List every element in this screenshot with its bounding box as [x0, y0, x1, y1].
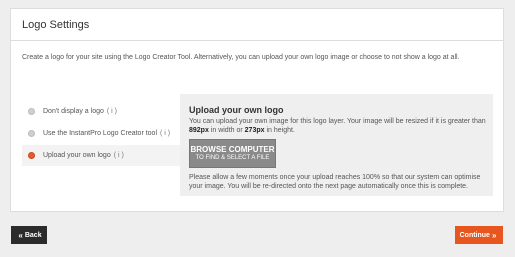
option-label: Upload your own logo: [43, 152, 111, 159]
browse-button-sublabel: TO FIND & SELECT A FILE: [195, 155, 270, 161]
back-button-label: Back: [24, 231, 42, 239]
info-icon[interactable]: ( i ): [107, 108, 117, 115]
info-icon[interactable]: ( i ): [160, 130, 170, 137]
panel-title: Logo Settings: [11, 9, 503, 41]
upload-note: Please allow a few moments once your upl…: [189, 174, 481, 190]
upload-section: Upload your own logo You can upload your…: [180, 94, 493, 196]
upload-description: You can upload your own image for this l…: [189, 117, 489, 135]
double-right-arrow-icon: »: [491, 230, 497, 240]
option-label: Use the InstantPro Logo Creator tool: [43, 130, 158, 137]
option-upload-logo[interactable]: Upload your own logo ( i ): [22, 145, 182, 166]
continue-button-label: Continue: [459, 231, 490, 239]
max-width-value: 892px: [189, 127, 209, 134]
double-left-arrow-icon: «: [18, 230, 23, 240]
radio-icon[interactable]: [28, 130, 35, 137]
intro-text: Create a logo for your site using the Lo…: [22, 54, 460, 61]
browse-computer-button[interactable]: BROWSE COMPUTER TO FIND & SELECT A FILE: [189, 139, 276, 168]
info-icon[interactable]: ( i ): [114, 152, 124, 159]
option-no-logo[interactable]: Don't display a logo ( i ): [22, 101, 182, 122]
radio-selected-icon[interactable]: [28, 152, 35, 159]
upload-desc-text: You can upload your own image for this l…: [189, 118, 486, 125]
option-logo-creator[interactable]: Use the InstantPro Logo Creator tool ( i…: [22, 123, 182, 144]
logo-options: Don't display a logo ( i ) Use the Insta…: [22, 101, 182, 166]
radio-icon[interactable]: [28, 108, 35, 115]
upload-title: Upload your own logo: [189, 105, 284, 115]
upload-desc-text: in height.: [264, 127, 295, 134]
back-button[interactable]: « Back: [11, 226, 47, 244]
max-height-value: 273px: [244, 127, 265, 134]
continue-button[interactable]: Continue »: [455, 226, 503, 244]
browse-button-label: BROWSE COMPUTER: [190, 145, 275, 154]
logo-settings-panel: Logo Settings Create a logo for your sit…: [10, 8, 504, 212]
upload-desc-text: in width or: [208, 127, 245, 134]
option-label: Don't display a logo: [43, 108, 104, 115]
